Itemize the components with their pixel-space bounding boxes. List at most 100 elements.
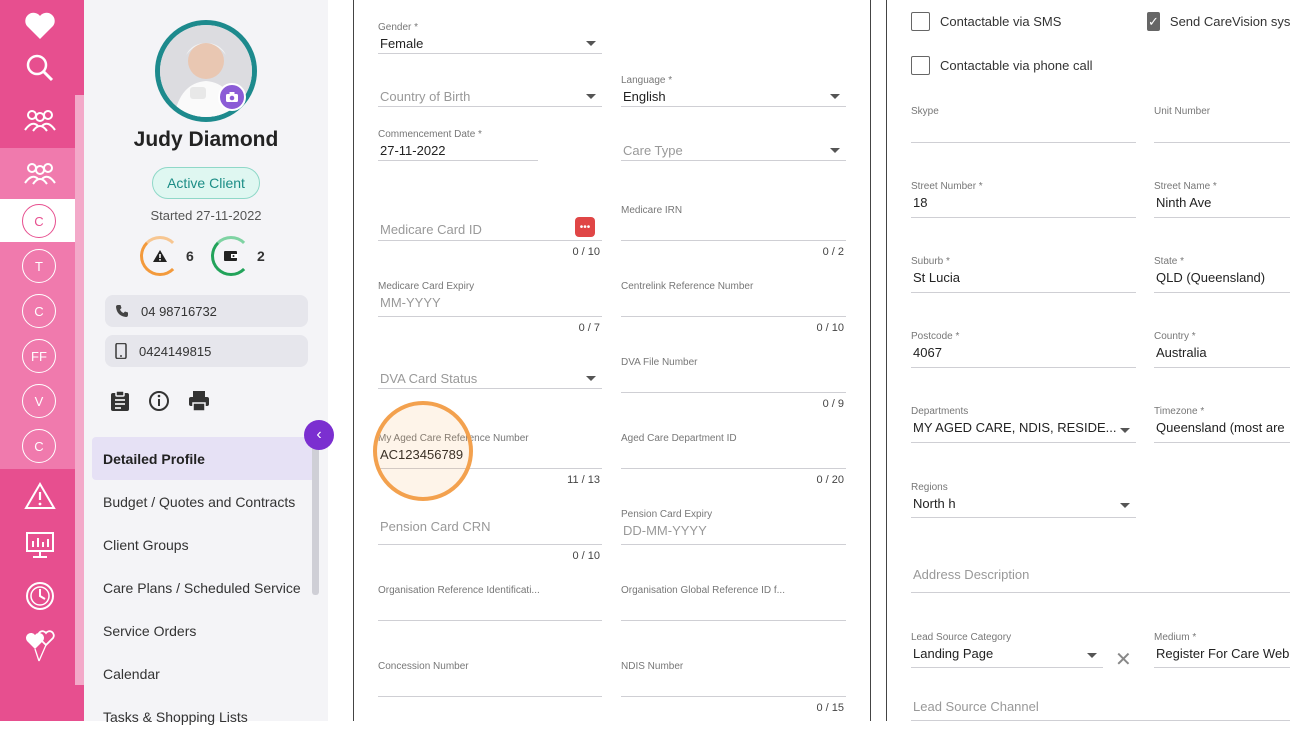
print-icon[interactable] xyxy=(188,390,210,412)
chevron-down-icon xyxy=(586,376,596,381)
ndis-number-field[interactable]: NDIS Number xyxy=(621,661,846,697)
org-global-reference-field[interactable]: Organisation Global Reference ID f... xyxy=(621,585,846,621)
client-circle-t[interactable]: T xyxy=(0,248,78,284)
org-reference-field[interactable]: Organisation Reference Identificati... xyxy=(378,585,602,621)
panel-divider xyxy=(353,0,354,721)
regions-text: North h xyxy=(913,496,956,511)
departments-value: MY AGED CARE, NDIS, RESIDE... xyxy=(911,418,1136,443)
state-value: QLD (Queensland) xyxy=(1154,268,1290,293)
timezone-value: Queensland (most are xyxy=(1154,418,1290,443)
menu-label: Tasks & Shopping Lists xyxy=(103,708,248,725)
concession-number-field[interactable]: Concession Number xyxy=(378,661,602,697)
aged-care-dept-field[interactable]: Aged Care Department ID xyxy=(621,433,846,469)
menu-item-client-groups[interactable]: Client Groups xyxy=(92,523,312,566)
unit-number-field[interactable]: Unit Number xyxy=(1154,106,1290,143)
phone-text: 04 98716732 xyxy=(141,303,217,319)
my-aged-care-field[interactable]: My Aged Care Reference Number AC12345678… xyxy=(378,433,602,469)
language-select[interactable]: Language * English xyxy=(621,75,846,107)
unit-value xyxy=(1154,118,1290,143)
monitor-icon[interactable] xyxy=(0,527,80,563)
dva-status-select[interactable]: DVA Card Status xyxy=(378,369,602,389)
pension-crn-value: Pension Card CRN xyxy=(378,517,602,545)
mobile-number[interactable]: 0424149815 xyxy=(105,335,308,367)
regions-select[interactable]: Regions North h xyxy=(911,482,1136,518)
medicare-irn-field[interactable]: Medicare IRN xyxy=(621,205,846,241)
phone-number[interactable]: 04 98716732 xyxy=(105,295,308,327)
phone-call-label: Contactable via phone call xyxy=(940,58,1093,73)
state-field[interactable]: State * QLD (Queensland) xyxy=(1154,256,1290,293)
panel-divider xyxy=(886,0,887,721)
balloon-hearts-icon[interactable] xyxy=(0,627,80,665)
org-global-value xyxy=(621,597,846,621)
street-number-label: Street Number * xyxy=(911,181,983,192)
departments-select[interactable]: Departments MY AGED CARE, NDIS, RESIDE..… xyxy=(911,406,1136,443)
alert-icon[interactable] xyxy=(0,478,80,514)
search-icon[interactable] xyxy=(0,50,80,86)
phone-call-checkbox[interactable]: Contactable via phone call xyxy=(911,56,1093,75)
street-name-value: Ninth Ave xyxy=(1154,193,1290,218)
send-carevision-checkbox[interactable]: ✓ Send CareVision syst xyxy=(1147,12,1290,31)
menu-item-calendar[interactable]: Calendar xyxy=(92,652,312,695)
gender-select[interactable]: Gender * Female xyxy=(378,22,602,54)
medicare-card-id-field[interactable]: Medicare Card ID xyxy=(378,220,602,241)
country-field[interactable]: Country * Australia xyxy=(1154,331,1290,368)
street-name-field[interactable]: Street Name * Ninth Ave xyxy=(1154,181,1290,218)
pension-crn-field[interactable]: Pension Card CRN xyxy=(378,517,602,545)
clipboard-icon[interactable] xyxy=(110,390,130,412)
lead-source-category-select[interactable]: Lead Source Category Landing Page xyxy=(911,632,1103,668)
users-icon[interactable] xyxy=(0,102,80,138)
state-label: State * xyxy=(1154,256,1185,267)
change-photo-camera-icon[interactable] xyxy=(218,83,246,111)
client-circle-ff[interactable]: FF xyxy=(0,338,78,374)
menu-item-budget[interactable]: Budget / Quotes and Contracts xyxy=(92,480,312,523)
dva-file-number-field[interactable]: DVA File Number xyxy=(621,357,846,393)
alerts-stat[interactable]: 6 xyxy=(140,236,194,276)
menu-item-care-plans[interactable]: Care Plans / Scheduled Service xyxy=(92,566,312,609)
centrelink-counter: 0 / 10 xyxy=(816,322,844,334)
medicare-irn-value xyxy=(621,217,846,241)
menu-scrollbar[interactable] xyxy=(312,440,319,595)
client-users-icon[interactable] xyxy=(0,155,80,191)
clear-icon[interactable]: ✕ xyxy=(1115,647,1132,672)
circle-label: FF xyxy=(22,339,56,373)
collapse-sidebar-button[interactable]: ‹ xyxy=(304,420,334,450)
client-circle-c-selected[interactable]: C xyxy=(0,203,78,239)
commencement-value: 27-11-2022 xyxy=(378,141,538,161)
address-description-field[interactable]: Address Description xyxy=(911,565,1290,593)
medicare-irn-label: Medicare IRN xyxy=(621,205,683,216)
sms-checkbox[interactable]: Contactable via SMS xyxy=(911,12,1061,31)
info-icon[interactable] xyxy=(148,390,170,412)
care-type-value: Care Type xyxy=(621,141,846,161)
wallet-icon xyxy=(224,251,238,261)
timezone-select[interactable]: Timezone * Queensland (most are xyxy=(1154,406,1290,443)
pension-expiry-field[interactable]: Pension Card Expiry DD-MM-YYYY xyxy=(621,509,846,545)
menu-label: Client Groups xyxy=(103,536,189,553)
client-circle-c3[interactable]: C xyxy=(0,428,78,464)
lead-source-channel-field[interactable]: Lead Source Channel xyxy=(911,697,1290,721)
skype-value xyxy=(911,118,1136,143)
medium-field[interactable]: Medium * Register For Care Web xyxy=(1154,632,1290,668)
care-type-select[interactable]: Care Type xyxy=(621,141,846,161)
wallet-stat[interactable]: 2 xyxy=(211,236,265,276)
menu-item-service-orders[interactable]: Service Orders xyxy=(92,609,312,652)
commencement-date-field[interactable]: Commencement Date * 27-11-2022 xyxy=(378,129,538,161)
clock-icon[interactable] xyxy=(0,577,80,615)
suburb-field[interactable]: Suburb * St Lucia xyxy=(911,256,1136,293)
menu-item-tasks[interactable]: Tasks & Shopping Lists xyxy=(92,695,312,738)
postcode-field[interactable]: Postcode * 4067 xyxy=(911,331,1136,368)
alerts-ring xyxy=(140,236,180,276)
client-circle-c2[interactable]: C xyxy=(0,293,78,329)
menu-item-detailed-profile[interactable]: Detailed Profile xyxy=(92,437,312,480)
medicare-expiry-value: MM-YYYY xyxy=(378,293,602,317)
client-circle-v[interactable]: V xyxy=(0,383,78,419)
skype-field[interactable]: Skype xyxy=(911,106,1136,143)
heart-icon[interactable] xyxy=(0,8,80,44)
medicare-expiry-field[interactable]: Medicare Card Expiry MM-YYYY xyxy=(378,281,602,317)
country-of-birth-select[interactable]: Country of Birth xyxy=(378,87,602,107)
alerts-count: 6 xyxy=(186,248,194,264)
ndis-value xyxy=(621,673,846,697)
circle-label: C xyxy=(22,204,56,238)
password-generator-icon[interactable]: ••• xyxy=(575,217,595,237)
street-number-field[interactable]: Street Number * 18 xyxy=(911,181,1136,218)
centrelink-field[interactable]: Centrelink Reference Number xyxy=(621,281,846,317)
